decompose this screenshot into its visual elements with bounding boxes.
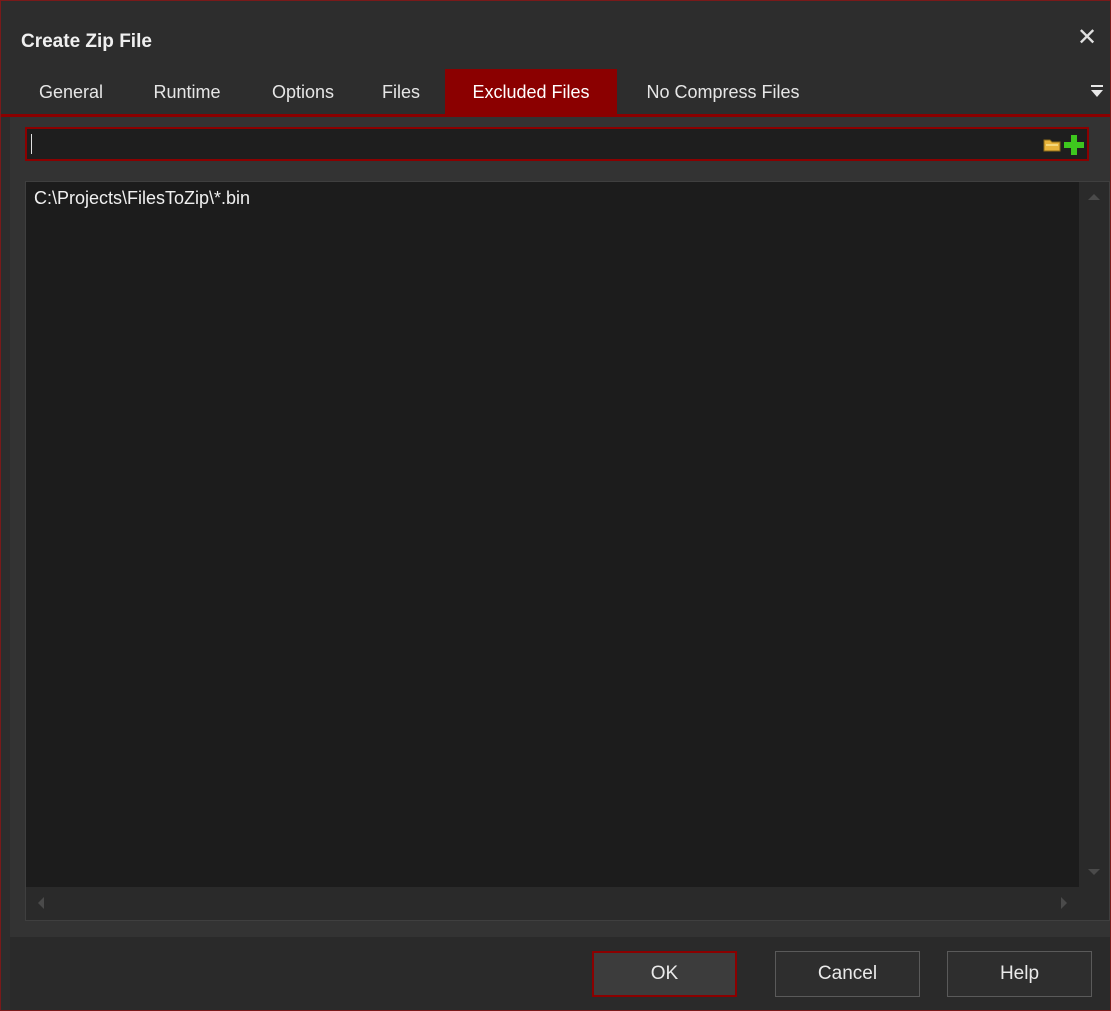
text-caret — [31, 134, 32, 154]
tab-options[interactable]: Options — [251, 69, 355, 115]
list-item[interactable]: C:\Projects\FilesToZip\*.bin — [34, 188, 250, 209]
window-title: Create Zip File — [21, 31, 152, 52]
exclude-path-input[interactable] — [25, 127, 1089, 161]
horizontal-scrollbar[interactable] — [26, 887, 1079, 920]
vertical-scrollbar[interactable] — [1079, 182, 1109, 887]
help-button[interactable]: Help — [947, 951, 1092, 997]
close-button[interactable]: ✕ — [1072, 23, 1102, 53]
tab-files[interactable]: Files — [365, 69, 437, 115]
cancel-button[interactable]: Cancel — [775, 951, 920, 997]
tab-general[interactable]: General — [19, 69, 123, 115]
tab-bar: General Runtime Options Files Excluded F… — [1, 69, 1110, 115]
add-icon[interactable] — [1063, 133, 1085, 157]
tab-content-excluded-files: C:\Projects\FilesToZip\*.bin — [10, 117, 1110, 937]
tab-excluded-files[interactable]: Excluded Files — [445, 69, 617, 115]
dialog-window: Create Zip File ✕ General Runtime Option… — [0, 0, 1111, 1011]
scroll-right-icon[interactable] — [1061, 897, 1067, 909]
scroll-up-icon[interactable] — [1088, 194, 1100, 200]
scroll-down-icon[interactable] — [1088, 869, 1100, 875]
tab-runtime[interactable]: Runtime — [133, 69, 241, 115]
title-bar: Create Zip File ✕ — [1, 1, 1110, 69]
folder-icon[interactable] — [1043, 137, 1061, 153]
tab-no-compress-files[interactable]: No Compress Files — [623, 69, 823, 115]
ok-button[interactable]: OK — [592, 951, 737, 997]
scroll-left-icon[interactable] — [38, 897, 44, 909]
button-bar: OK Cancel Help — [10, 937, 1110, 1010]
close-icon: ✕ — [1076, 24, 1098, 51]
scrollbar-corner — [1079, 887, 1109, 920]
overflow-menu-icon[interactable] — [1090, 81, 1104, 101]
excluded-files-list[interactable]: C:\Projects\FilesToZip\*.bin — [25, 181, 1110, 921]
